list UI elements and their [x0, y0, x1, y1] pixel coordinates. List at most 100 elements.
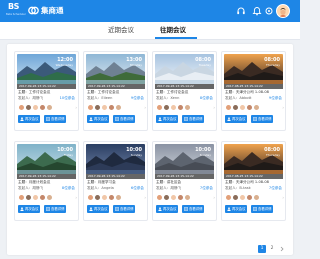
meet-again-button[interactable]: 再次会议	[225, 205, 247, 213]
meet-again-button[interactable]: 再次会议	[87, 205, 109, 213]
meeting-weekday: Thursday	[266, 63, 280, 67]
user-icon	[227, 117, 231, 121]
participant-count[interactable]: 9位参会	[269, 96, 282, 101]
view-details-button[interactable]: 查看详情	[251, 115, 273, 123]
participant-avatar	[239, 104, 246, 111]
view-details-button[interactable]: 查看详情	[182, 115, 204, 123]
participant-avatar	[94, 104, 101, 111]
meeting-thumbnail: 10:00 Friday	[17, 144, 76, 174]
participant-list: ›	[153, 194, 216, 202]
participant-count[interactable]: 8位参会	[200, 96, 213, 101]
meeting-card[interactable]: 08:00 Thursday 2017-08-25 13:15-14:22 主题…	[221, 141, 286, 221]
chevron-right-icon[interactable]: ›	[282, 105, 284, 110]
meeting-subject: 主题：月度学习会	[87, 180, 116, 184]
meeting-weekday: Thursday	[266, 153, 280, 157]
meet-again-button[interactable]: 再次会议	[156, 205, 178, 213]
meet-again-label: 再次会议	[25, 207, 39, 211]
chevron-right-icon[interactable]: ›	[144, 195, 146, 200]
page-2-button[interactable]: 2	[268, 245, 276, 253]
chevron-right-icon[interactable]: ›	[144, 105, 146, 110]
participant-avatar	[225, 194, 232, 201]
view-details-button[interactable]: 查看详情	[44, 205, 66, 213]
chevron-right-icon[interactable]: ›	[213, 105, 215, 110]
user-avatar[interactable]	[276, 4, 290, 18]
participant-avatar	[87, 194, 94, 201]
view-details-button[interactable]: 查看详情	[44, 115, 66, 123]
meeting-datetime-bar: 2017-09-26 13:15-14:22	[17, 174, 76, 179]
meeting-card[interactable]: 13:00 Monday 2017-09-26 13:15-14:22 主题：工…	[83, 51, 148, 131]
view-details-button[interactable]: 查看详情	[251, 205, 273, 213]
meeting-weekday: Sunday	[199, 153, 211, 157]
participant-avatar	[156, 104, 163, 111]
user-icon	[158, 207, 162, 211]
meet-again-label: 再次会议	[232, 117, 246, 121]
settings-icon[interactable]	[264, 6, 274, 16]
chevron-right-icon[interactable]: ›	[75, 105, 77, 110]
participant-avatar	[46, 104, 53, 111]
participant-avatar	[232, 194, 239, 201]
meeting-card[interactable]: 10:00 Sunday 2017-09-26 13:15-14:22 主题：月…	[83, 141, 148, 221]
participant-avatar	[184, 104, 191, 111]
meeting-datetime-bar: 2017-08-25 13:15-14:22	[224, 174, 283, 179]
meeting-card[interactable]: 10:00 Sunday 2017-09-26 13:15-14:22 主题：讲…	[152, 141, 217, 221]
participant-count[interactable]: 7位参会	[200, 186, 213, 191]
participant-count[interactable]: 7位参会	[269, 186, 282, 191]
meeting-subject: 主题：工作讨论会议	[87, 90, 120, 94]
meeting-datetime: 2017-09-26 13:15-14:22	[19, 174, 56, 178]
view-details-button[interactable]: 查看详情	[182, 205, 204, 213]
meeting-sponsor: 发起人：Eileen	[87, 96, 113, 100]
meet-again-button[interactable]: 再次会议	[18, 205, 40, 213]
meeting-card[interactable]: 08:00 Tuesday 2017-09-26 13:15-14:22 主题：…	[152, 51, 217, 131]
meet-again-button[interactable]: 再次会议	[87, 115, 109, 123]
view-details-label: 查看详情	[120, 117, 134, 121]
participant-count[interactable]: 10位参会	[60, 96, 75, 101]
meet-again-label: 再次会议	[25, 117, 39, 121]
bell-icon[interactable]	[252, 6, 262, 16]
page-1-button[interactable]: 1	[258, 245, 266, 253]
chevron-right-icon[interactable]: ›	[213, 195, 215, 200]
view-details-label: 查看详情	[258, 207, 272, 211]
meet-again-label: 再次会议	[94, 117, 108, 121]
meeting-card[interactable]: 10:00 Friday 2017-09-26 13:15-14:22 主题：月…	[14, 141, 79, 221]
user-icon	[227, 207, 231, 211]
brand-subtitle: Beta Scheduler	[6, 13, 26, 16]
meet-again-button[interactable]: 再次会议	[225, 115, 247, 123]
meeting-weekday: Tuesday	[198, 63, 211, 67]
app-logo-icon	[28, 6, 39, 15]
tab-recent-meetings[interactable]: 近期会议	[108, 25, 134, 35]
meeting-weekday: Monday	[130, 63, 142, 67]
view-details-button[interactable]: 查看详情	[113, 115, 135, 123]
participant-list: ›	[222, 104, 285, 112]
next-page-icon[interactable]	[279, 246, 285, 252]
document-icon	[184, 207, 188, 211]
tab-past-meetings[interactable]: 往期会议	[160, 25, 186, 35]
participant-count[interactable]: 9位参会	[131, 96, 144, 101]
meeting-tabs: 近期会议 往期会议	[0, 22, 300, 40]
view-details-button[interactable]: 查看详情	[113, 205, 135, 213]
participant-avatar	[246, 104, 253, 111]
brand-logo[interactable]: BS Beta Scheduler	[6, 2, 26, 20]
meeting-subject: 主题：讲社区会	[156, 180, 182, 184]
user-icon	[158, 117, 162, 121]
participant-avatar	[25, 194, 32, 201]
top-bar: BS Beta Scheduler 集商通	[0, 0, 300, 22]
meet-again-button[interactable]: 再次会议	[18, 115, 40, 123]
meet-again-label: 再次会议	[163, 117, 177, 121]
meet-again-button[interactable]: 再次会议	[156, 115, 178, 123]
participant-avatar	[163, 194, 170, 201]
meeting-sponsor: 发起人：Xenn	[156, 96, 180, 100]
meet-again-label: 再次会议	[232, 207, 246, 211]
app-name: 集商通	[41, 6, 64, 15]
participant-count[interactable]: 8位参会	[62, 186, 75, 191]
participant-avatar	[246, 194, 253, 201]
meeting-card[interactable]: 08:00 Thursday 2017-08-25 13:15-14:22 主题…	[221, 51, 286, 131]
chevron-right-icon[interactable]: ›	[282, 195, 284, 200]
meeting-datetime: 2017-08-25 13:15-14:22	[226, 174, 263, 178]
chevron-right-icon[interactable]: ›	[75, 195, 77, 200]
participant-count[interactable]: 6位参会	[131, 186, 144, 191]
participant-avatar	[163, 104, 170, 111]
meeting-card[interactable]: 12:00 Wednesday 2017-09-26 13:15-14:22 主…	[14, 51, 79, 131]
participant-avatar	[239, 194, 246, 201]
headset-icon[interactable]	[236, 6, 246, 16]
meeting-thumbnail: 10:00 Sunday	[86, 144, 145, 174]
